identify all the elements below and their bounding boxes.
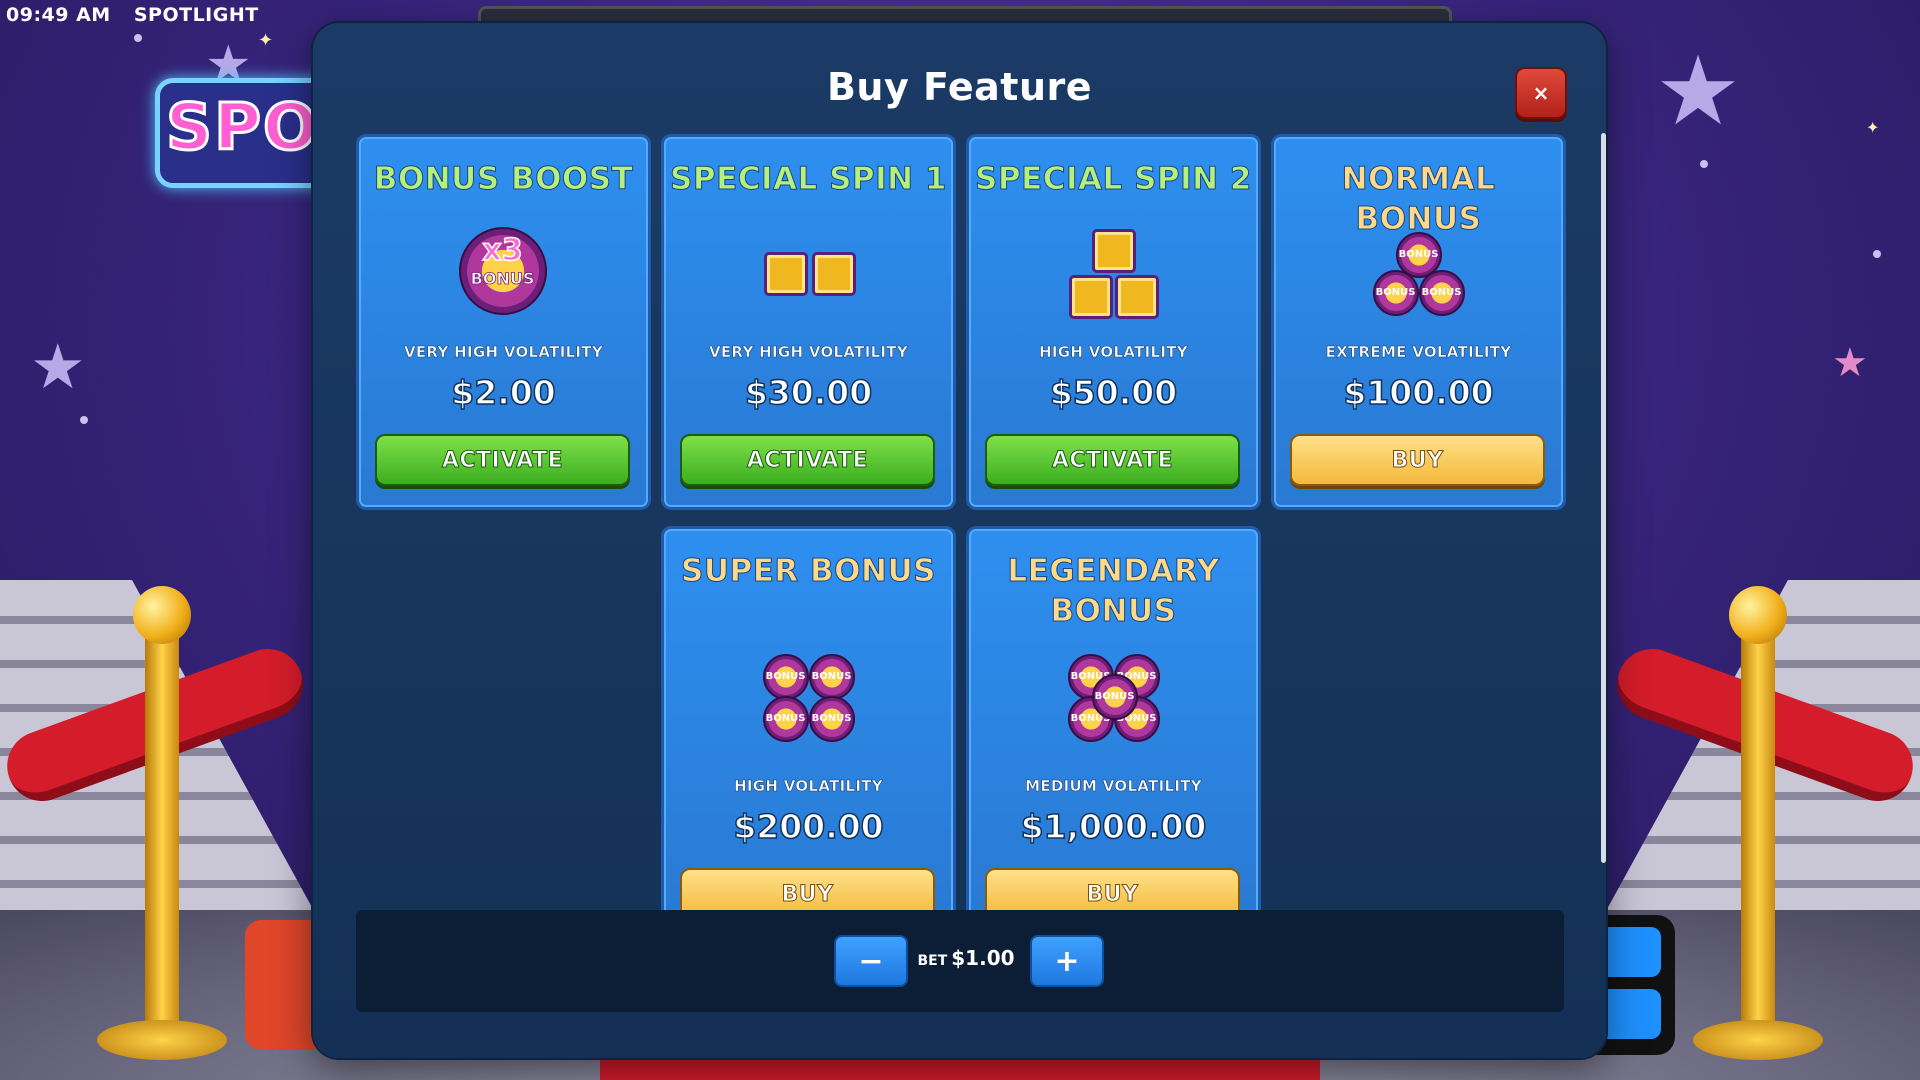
volatility-label: MEDIUM VOLATILITY: [1025, 777, 1202, 796]
game-name: SPOTLIGHT: [133, 4, 259, 26]
card-title: LEGENDARY BONUS: [969, 551, 1258, 631]
bet-display: BET $1.00: [916, 946, 1016, 970]
card-title: SUPER BONUS: [681, 553, 936, 590]
price-label: $30.00: [744, 372, 873, 413]
decrease-bet-button[interactable]: −: [834, 935, 908, 987]
feature-card-special-spin-2: SPECIAL SPIN 2 HIGH VOLATILITY $50.00 AC…: [966, 134, 1261, 510]
feature-card-bonus-boost: BONUS BOOST x3 BONUS VERY HIGH VOLATILIT…: [356, 134, 651, 510]
card-title-line2: BONUS: [1050, 593, 1177, 630]
card-title-line1: LEGENDARY: [1007, 553, 1220, 590]
buy-button-legendary-bonus[interactable]: BUY: [985, 868, 1240, 910]
volatility-label: HIGH VOLATILITY: [734, 777, 883, 796]
volatility-label: VERY HIGH VOLATILITY: [403, 343, 604, 362]
star-icon: ★: [1655, 35, 1742, 147]
star-dot: [134, 34, 142, 42]
volatility-label: HIGH VOLATILITY: [1039, 343, 1188, 362]
bet-footer: − BET $1.00 +: [356, 910, 1564, 1012]
gold-post-right: [1693, 586, 1823, 1060]
feature-card-super-bonus: SUPER BONUS BONUS BONUS BONUS BONUS HIGH V…: [661, 526, 956, 910]
volatility-label: EXTREME VOLATILITY: [1325, 343, 1512, 362]
star-dot: [80, 416, 88, 424]
card-title: SPECIAL SPIN 2: [975, 161, 1252, 198]
activate-button-special-spin-2[interactable]: ACTIVATE: [985, 434, 1240, 486]
star-dot: [1873, 250, 1881, 258]
feature-card-special-spin-1: SPECIAL SPIN 1 VERY HIGH VOLATILITY $30.…: [661, 134, 956, 510]
four-bonus-chips-icon: BONUS BONUS BONUS BONUS: [762, 654, 855, 742]
volatility-label: VERY HIGH VOLATILITY: [708, 343, 909, 362]
game-logo-text: SPOTL: [165, 90, 331, 167]
three-tickets-icon: [1068, 229, 1159, 319]
star-dot: [1700, 160, 1708, 168]
bet-value: $1.00: [951, 946, 1015, 970]
buy-button-normal-bonus[interactable]: BUY: [1290, 434, 1545, 486]
feature-cards-grid: BONUS BOOST x3 BONUS VERY HIGH VOLATILIT…: [313, 23, 1606, 910]
price-label: $1,000.00: [1020, 806, 1207, 847]
buy-button-super-bonus[interactable]: BUY: [680, 868, 935, 910]
sparkle-icon: ✦: [1866, 118, 1880, 137]
star-icon: ★: [30, 330, 86, 403]
price-label: $50.00: [1049, 372, 1178, 413]
feature-card-legendary-bonus: LEGENDARY BONUS BONUS BONUS BONUS BONUS BO…: [966, 526, 1261, 910]
activate-button-special-spin-1[interactable]: ACTIVATE: [680, 434, 935, 486]
price-label: $2.00: [451, 372, 557, 413]
sparkle-icon: ✦: [258, 30, 274, 51]
feature-card-normal-bonus: NORMAL BONUS BONUS BONUS BONUS EXTREME VO…: [1271, 134, 1566, 510]
increase-bet-button[interactable]: +: [1030, 935, 1104, 987]
price-label: $100.00: [1343, 372, 1495, 413]
clock-time: 09:49 AM: [6, 4, 111, 26]
bet-label: BET: [917, 953, 948, 969]
status-bar: 09:49 AM SPOTLIGHT: [6, 4, 275, 26]
five-bonus-chips-icon: BONUS BONUS BONUS BONUS BONUS: [1067, 654, 1160, 742]
three-bonus-chips-icon: BONUS BONUS BONUS: [1372, 232, 1465, 316]
x3-bonus-chip-icon: x3 BONUS: [458, 227, 549, 317]
two-tickets-icon: [763, 252, 856, 296]
buy-feature-modal: Buy Feature × BONUS BOOST x3 BONUS VERY …: [313, 23, 1606, 1058]
card-title: SPECIAL SPIN 1: [670, 161, 947, 198]
gold-post-left: [97, 586, 227, 1060]
star-icon: ★: [1832, 340, 1868, 386]
card-title: BONUS BOOST: [373, 161, 634, 198]
game-logo: SPOTL: [155, 78, 335, 188]
activate-button-bonus-boost[interactable]: ACTIVATE: [375, 434, 630, 486]
price-label: $200.00: [733, 806, 885, 847]
card-title: NORMAL BONUS: [1341, 161, 1496, 238]
